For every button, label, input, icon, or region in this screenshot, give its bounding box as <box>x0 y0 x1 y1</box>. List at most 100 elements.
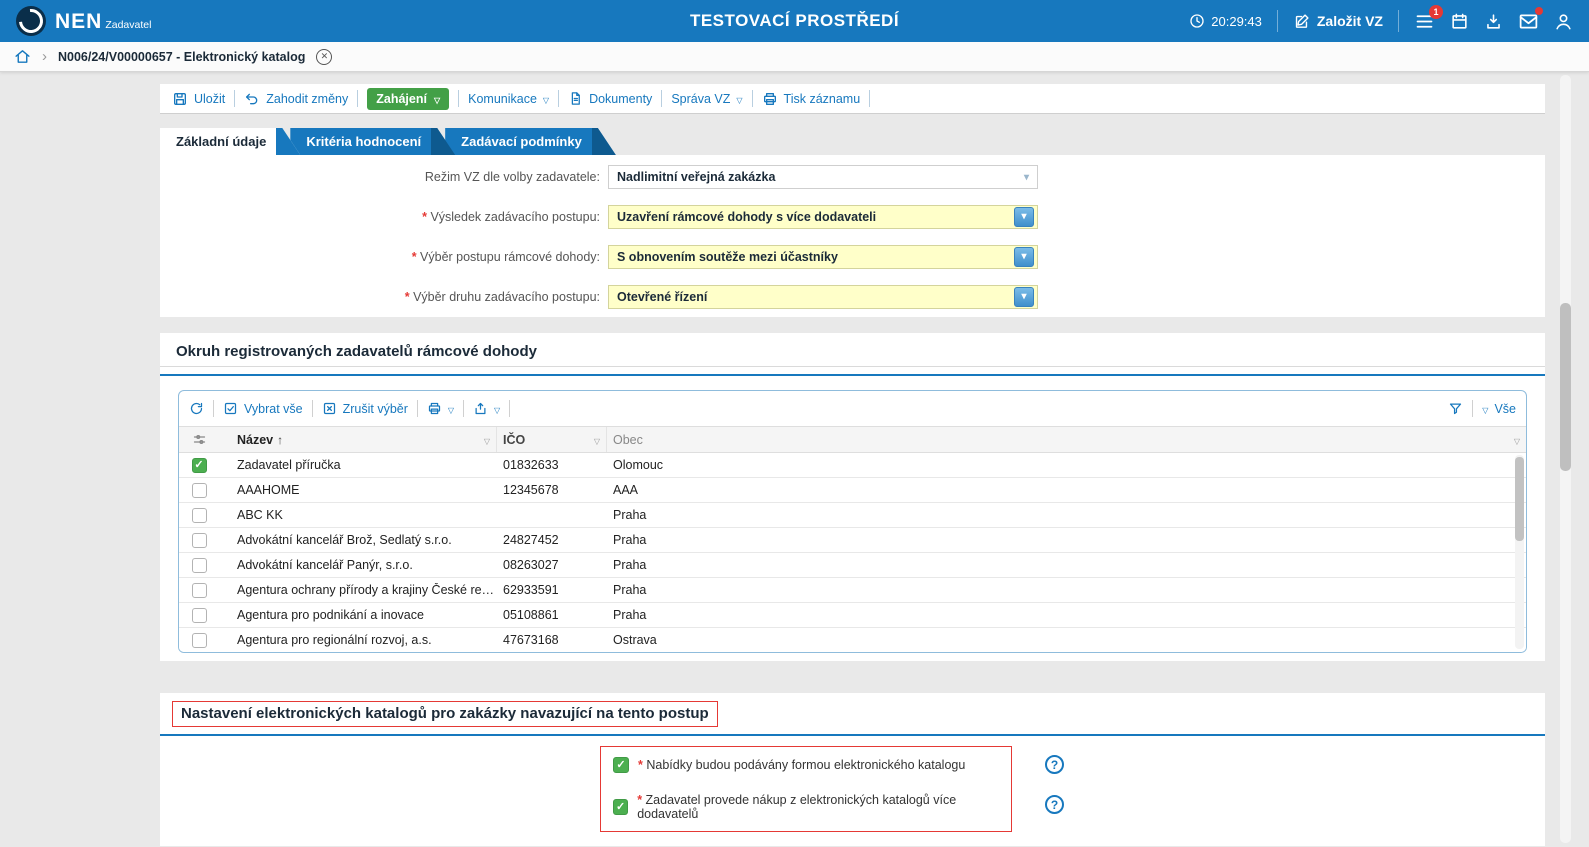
close-record-icon[interactable] <box>316 49 332 65</box>
tab-zadavaci-podminky[interactable]: Zadávací podmínky <box>445 128 616 155</box>
table-row[interactable]: Advokátní kancelář Panýr, s.r.o. 0826302… <box>179 553 1526 578</box>
help-icon[interactable] <box>1045 795 1064 814</box>
tab-kriteria-hodnoceni[interactable]: Kritéria hodnocení <box>290 128 455 155</box>
page-scrollbar-thumb[interactable] <box>1560 303 1571 471</box>
row-checkbox[interactable] <box>192 483 207 498</box>
catalog-checkbox[interactable] <box>613 757 629 773</box>
row-checkbox[interactable] <box>192 533 207 548</box>
row-checkbox[interactable] <box>192 583 207 598</box>
export-dropdown[interactable] <box>473 401 500 416</box>
view-all-dropdown[interactable]: Vše <box>1482 402 1516 416</box>
form-row: Výběr druhu zadávacího postupu: Otevřené… <box>160 277 1545 317</box>
table-row[interactable]: ABC KK Praha <box>179 503 1526 528</box>
grid-header: Název IČO Obec <box>179 426 1526 453</box>
divider <box>1398 10 1399 32</box>
create-vz-button[interactable]: Založit VZ <box>1293 13 1383 30</box>
row-checkbox[interactable] <box>192 633 207 648</box>
row-checkbox[interactable] <box>192 458 207 473</box>
table-row[interactable]: Agentura pro regionální rozvoj, a.s. 476… <box>179 628 1526 653</box>
column-filter-caret-icon[interactable] <box>484 433 490 447</box>
documents-button[interactable]: Dokumenty <box>568 91 652 106</box>
cell-obec: Praha <box>607 508 1526 522</box>
divider <box>869 90 870 107</box>
vysledek-postupu-select[interactable]: Uzavření rámcové dohody s více dodavatel… <box>608 205 1038 229</box>
divider <box>458 90 459 107</box>
cell-nazev: Zadavatel příručka <box>219 458 497 472</box>
row-checkbox[interactable] <box>192 558 207 573</box>
cell-ico: 08263027 <box>497 558 607 572</box>
dropdown-caret-icon <box>434 92 440 106</box>
discard-changes-button[interactable]: Zahodit změny <box>244 91 348 107</box>
refresh-button[interactable] <box>189 401 204 416</box>
messages-button[interactable] <box>1518 11 1539 32</box>
download-button[interactable] <box>1484 12 1503 31</box>
catalog-checkbox[interactable] <box>613 799 628 815</box>
catalog-option[interactable]: Zadavatel provede nákup z elektronických… <box>613 793 999 821</box>
calendar-button[interactable] <box>1450 12 1469 31</box>
catalog-option[interactable]: Nabídky budou podávány formou elektronic… <box>613 757 999 773</box>
start-dropdown-button[interactable]: Zahájení <box>367 88 449 110</box>
document-icon <box>568 91 583 106</box>
grid-scrollbar[interactable] <box>1515 455 1524 649</box>
clear-selection-button[interactable]: Zrušit výběr <box>322 401 408 416</box>
postup-ramcove-dohody-select[interactable]: S obnovením soutěže mezi účastníky <box>608 245 1038 269</box>
row-checkbox[interactable] <box>192 608 207 623</box>
print-grid-dropdown[interactable] <box>427 401 454 416</box>
menu-button[interactable]: 1 <box>1414 11 1435 32</box>
save-button[interactable]: Uložit <box>172 91 225 107</box>
field-label: Výběr druhu zadávacího postupu: <box>160 290 600 304</box>
filter-button[interactable] <box>1448 401 1463 416</box>
cell-ico: 05108861 <box>497 608 607 622</box>
dropdown-button-icon[interactable] <box>1014 207 1034 227</box>
column-filter-caret-icon[interactable] <box>594 433 600 447</box>
divider <box>160 366 1545 367</box>
messages-badge-dot <box>1535 7 1543 15</box>
checkbox-cross-icon <box>322 401 337 416</box>
table-row[interactable]: Agentura ochrany přírody a krajiny České… <box>179 578 1526 603</box>
druh-postupu-select[interactable]: Otevřené řízení <box>608 285 1038 309</box>
page-scrollbar[interactable] <box>1560 75 1571 843</box>
export-icon <box>473 401 488 416</box>
dropdown-button-icon[interactable] <box>1014 287 1034 307</box>
checkbox-checked-icon <box>223 401 238 416</box>
select-all-button[interactable]: Vybrat vše <box>223 401 303 416</box>
cell-obec: Praha <box>607 558 1526 572</box>
manage-vz-dropdown[interactable]: Správa VZ <box>671 92 742 106</box>
grid-body: Zadavatel příručka 01832633 Olomouc AAAH… <box>179 453 1526 653</box>
column-header-obec[interactable]: Obec <box>607 427 1526 452</box>
column-settings-button[interactable] <box>179 427 219 452</box>
help-icon[interactable] <box>1045 755 1064 774</box>
cell-ico: 12345678 <box>497 483 607 497</box>
table-row[interactable]: Zadavatel příručka 01832633 Olomouc <box>179 453 1526 478</box>
grid-toolbar: Vybrat vše Zrušit výběr <box>179 391 1526 426</box>
checkbox-label: Nabídky budou podávány formou elektronic… <box>638 758 965 772</box>
divider <box>509 400 510 417</box>
table-row[interactable]: Agentura pro podnikání a inovace 0510886… <box>179 603 1526 628</box>
communication-dropdown[interactable]: Komunikace <box>468 92 549 106</box>
tab-zakladni-udaje[interactable]: Základní údaje <box>160 128 300 155</box>
column-header-ico[interactable]: IČO <box>497 427 607 452</box>
dropdown-caret-icon <box>1482 402 1488 416</box>
dropdown-caret-icon <box>448 402 454 416</box>
column-filter-caret-icon[interactable] <box>1514 433 1520 447</box>
divider <box>312 400 313 417</box>
dropdown-button-icon[interactable] <box>1014 247 1034 267</box>
table-row[interactable]: Advokátní kancelář Brož, Sedlatý s.r.o. … <box>179 528 1526 553</box>
edit-icon <box>1293 13 1310 30</box>
home-button[interactable] <box>14 48 31 65</box>
print-record-button[interactable]: Tisk záznamu <box>762 91 861 107</box>
row-checkbox[interactable] <box>192 508 207 523</box>
grid-scrollbar-thumb[interactable] <box>1515 457 1524 541</box>
cell-ico: 24827452 <box>497 533 607 547</box>
nen-brand[interactable]: NEN Zadavatel <box>16 6 151 36</box>
table-row[interactable]: AAAHOME 12345678 AAA <box>179 478 1526 503</box>
user-button[interactable] <box>1554 12 1573 31</box>
catalog-settings-section: Nastavení elektronických katalogů pro za… <box>160 693 1545 846</box>
breadcrumb-item[interactable]: N006/24/V00000657 - Elektronický katalog <box>58 50 305 64</box>
chevron-down-icon <box>1024 172 1034 183</box>
divider <box>160 734 1545 736</box>
column-header-nazev[interactable]: Název <box>219 427 497 452</box>
person-icon <box>1554 12 1573 31</box>
rezim-vz-select[interactable]: Nadlimitní veřejná zakázka <box>608 165 1038 189</box>
divider <box>417 400 418 417</box>
